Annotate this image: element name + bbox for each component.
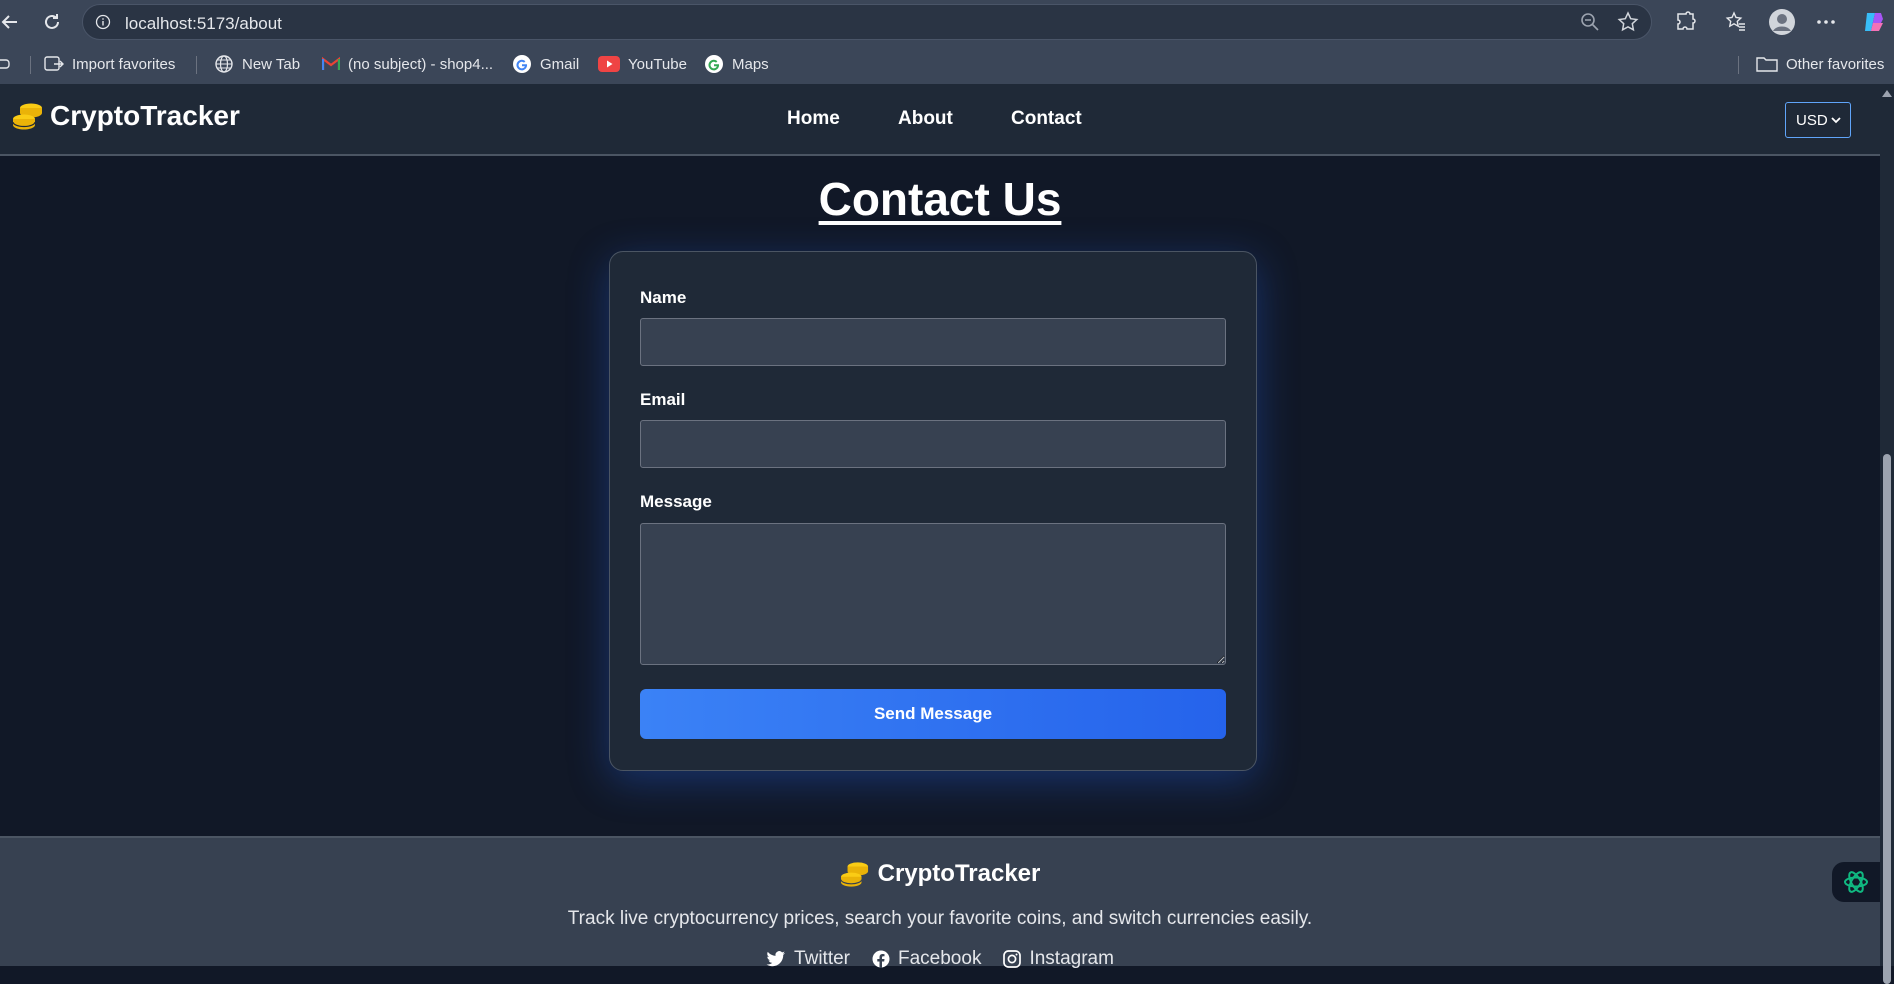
avatar-icon [1769,9,1795,35]
page-title: Contact Us [818,173,1062,225]
scroll-up-arrow-icon[interactable] [1882,90,1892,97]
coins-icon [840,860,870,888]
currency-value: USD [1796,111,1828,129]
url-text[interactable]: localhost:5173/about [125,14,282,34]
google-icon [512,54,532,74]
bookmark-import-favorites[interactable]: Import favorites [44,52,175,76]
bookmark-divider [196,56,197,74]
copilot-icon [1865,13,1883,31]
scrollbar-thumb[interactable] [1883,454,1891,984]
youtube-icon [598,56,620,72]
bookmark-gmail-subject[interactable]: (no subject) - shop4... [322,52,493,76]
folder-icon [1756,55,1778,73]
brand-logo[interactable]: CryptoTracker [12,100,240,132]
instagram-link[interactable]: Instagram [1003,948,1114,970]
address-bar[interactable]: localhost:5173/about [82,4,1652,40]
footer-brand-name: CryptoTracker [877,860,1041,887]
nav-contact[interactable]: Contact [1011,108,1082,130]
nav-home[interactable]: Home [787,108,840,130]
coins-icon [12,101,44,131]
bookmark-gmail[interactable]: Gmail [512,52,579,76]
page-scrollbar[interactable] [1880,84,1894,984]
import-icon [44,55,64,73]
browser-toolbar: localhost:5173/about [0,0,1894,44]
bookmark-other-favorites[interactable]: Other favorites [1756,52,1884,76]
twitter-link[interactable]: Twitter [766,948,850,970]
nav-about[interactable]: About [898,108,953,130]
google-icon [704,54,724,74]
site-header: CryptoTracker Home About Contact USD [0,84,1880,156]
refresh-icon [45,14,59,29]
bookmark-new-tab[interactable]: New Tab [214,52,300,76]
email-input[interactable] [640,420,1226,468]
facebook-link[interactable]: Facebook [872,948,981,970]
message-textarea[interactable] [640,523,1226,665]
footer-brand: CryptoTracker [0,860,1880,888]
social-links: Twitter Facebook Instagram [0,948,1880,970]
favorite-star-icon[interactable] [1617,11,1639,38]
twitter-icon [766,950,786,968]
refresh-button[interactable] [36,6,68,38]
favorites-list-icon [1725,11,1745,31]
browser-chrome: localhost:5173/about Import favorites Ne… [0,0,1894,84]
back-arrow-icon [1,15,17,29]
extensions-button[interactable] [1670,6,1702,38]
site-footer: CryptoTracker Track live cryptocurrency … [0,836,1880,969]
gmail-icon [322,57,340,71]
message-label: Message [640,492,712,511]
back-button[interactable] [0,6,26,38]
zoom-icon[interactable] [1579,11,1601,38]
bookmark-divider [30,56,31,74]
globe-icon [214,54,234,74]
instagram-icon [1003,950,1022,968]
currency-select[interactable]: USD [1785,102,1851,138]
name-input[interactable] [640,318,1226,366]
contact-form: Name Email Message Send Message [609,251,1257,771]
facebook-icon [872,950,890,968]
bookmark-divider [1738,56,1739,74]
email-label: Email [640,390,686,409]
bookmark-maps[interactable]: Maps [704,52,769,76]
copilot-button[interactable] [1858,6,1890,38]
send-message-button[interactable]: Send Message [640,689,1226,739]
ellipsis-icon [1817,20,1835,24]
bookmarks-bar: Import favorites New Tab (no subject) - … [0,48,1894,80]
footer-tagline: Track live cryptocurrency prices, search… [567,908,1313,929]
openai-icon [1844,871,1868,893]
chevron-down-icon [1830,113,1842,130]
more-menu-button[interactable] [1810,6,1842,38]
site-info-icon[interactable] [93,12,113,32]
brand-name: CryptoTracker [50,100,240,131]
profile-button[interactable] [1766,6,1798,38]
ai-assistant-button[interactable] [1832,862,1880,902]
bookmark-overflow-icon[interactable] [0,52,10,76]
bookmark-youtube[interactable]: YouTube [598,52,687,76]
puzzle-icon [1677,11,1696,30]
favorites-button[interactable] [1720,6,1752,38]
name-label: Name [640,288,687,307]
